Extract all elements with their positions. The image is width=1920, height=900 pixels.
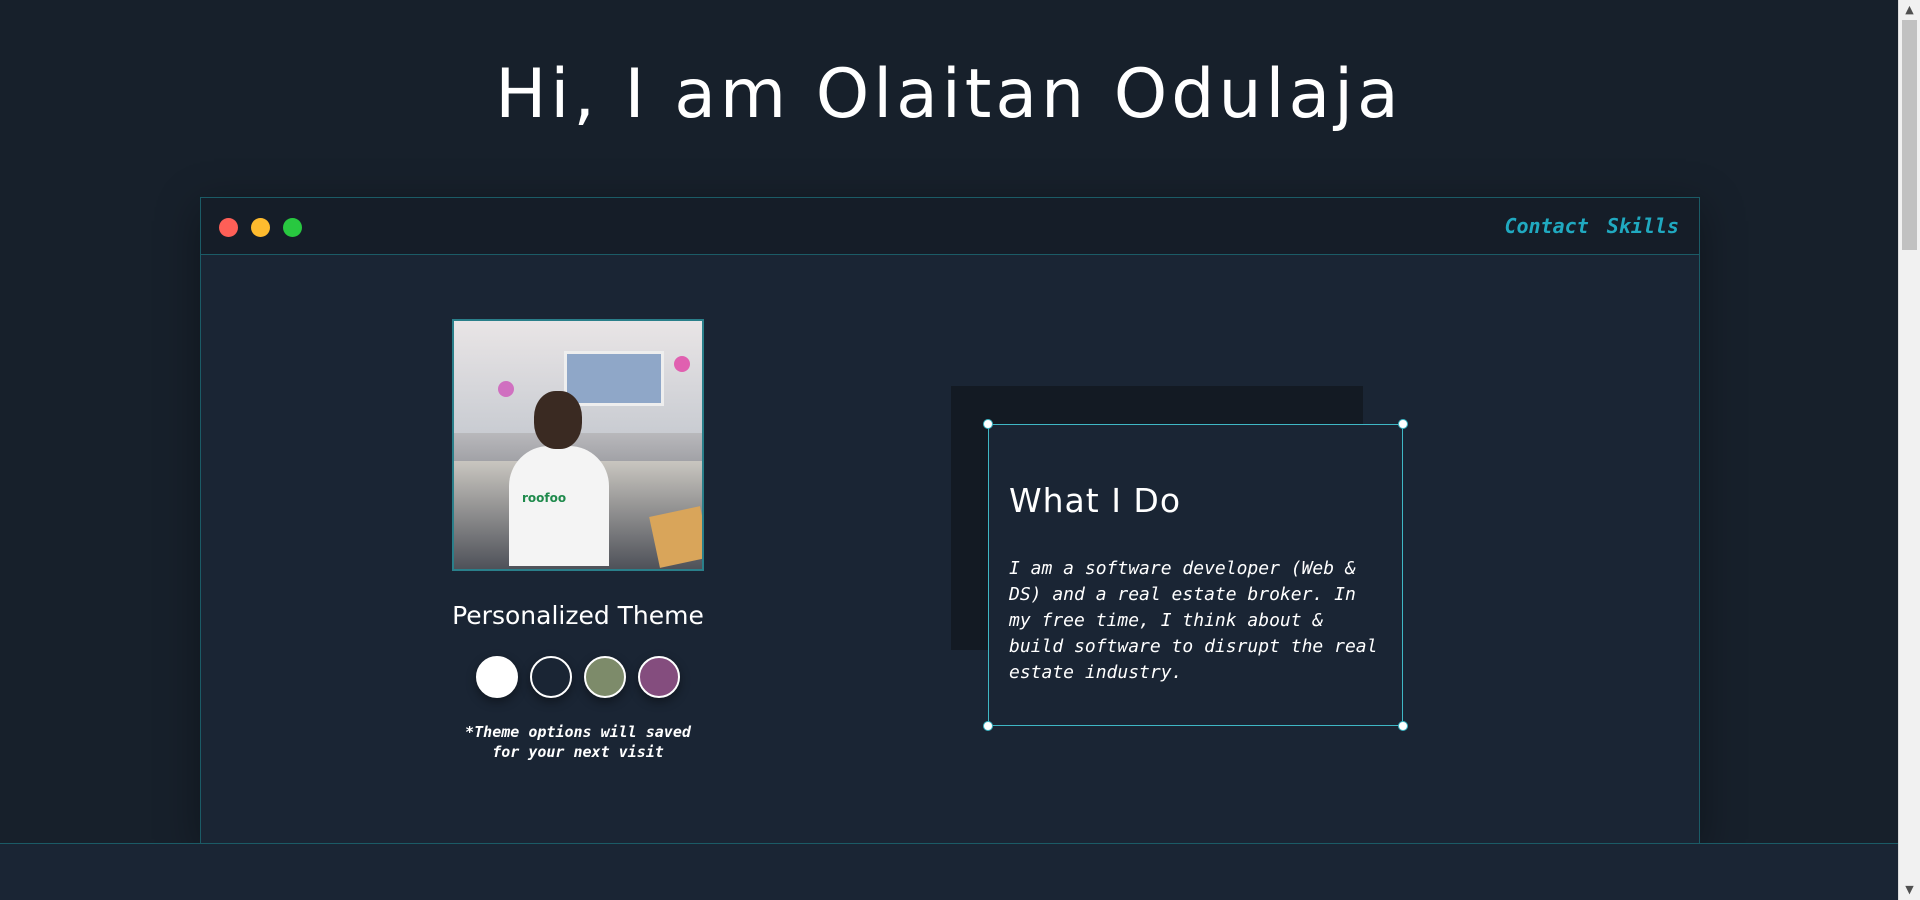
resize-handle-bottom-right[interactable] <box>1398 721 1408 731</box>
theme-swatch-dark[interactable] <box>530 656 572 698</box>
theme-note: *Theme options will saved for your next … <box>465 723 691 761</box>
close-dot-icon[interactable] <box>219 218 238 237</box>
maximize-dot-icon[interactable] <box>283 218 302 237</box>
resize-handle-top-left[interactable] <box>983 419 993 429</box>
about-body: I am a software developer (Web & DS) and… <box>1009 558 1378 683</box>
footer-bar <box>0 843 1898 900</box>
shirt-logo-text: roofoo <box>522 491 567 505</box>
window-titlebar: Contact Skills <box>201 198 1699 255</box>
nav-link-contact[interactable]: Contact <box>1504 214 1588 238</box>
theme-title: Personalized Theme <box>452 601 704 630</box>
theme-swatches <box>450 656 706 698</box>
minimize-dot-icon[interactable] <box>251 218 270 237</box>
resize-handle-bottom-left[interactable] <box>983 721 993 731</box>
theme-swatch-sage[interactable] <box>584 656 626 698</box>
scroll-up-arrow-icon[interactable]: ▲ <box>1899 0 1920 20</box>
page-scrollbar[interactable]: ▲ ▼ <box>1898 0 1920 900</box>
page: Hi, I am Olaitan Odulaja Contact Skills … <box>0 0 1898 900</box>
theme-swatch-white[interactable] <box>476 656 518 698</box>
about-card: What I Do I am a software developer (Web… <box>983 419 1408 731</box>
scroll-thumb[interactable] <box>1902 20 1917 250</box>
page-title: Hi, I am Olaitan Odulaja <box>495 55 1403 134</box>
scroll-down-arrow-icon[interactable]: ▼ <box>1899 880 1920 900</box>
resize-handle-top-right[interactable] <box>1398 419 1408 429</box>
nav-link-skills[interactable]: Skills <box>1607 214 1679 238</box>
terminal-window: Contact Skills roofoo Personalized Theme <box>200 197 1700 843</box>
profile-photo: roofoo <box>452 319 704 571</box>
window-nav: Contact Skills <box>1504 214 1679 238</box>
about-heading: What I Do <box>1009 481 1182 520</box>
profile-column: roofoo Personalized Theme *Theme options… <box>450 319 706 762</box>
theme-swatch-plum[interactable] <box>638 656 680 698</box>
